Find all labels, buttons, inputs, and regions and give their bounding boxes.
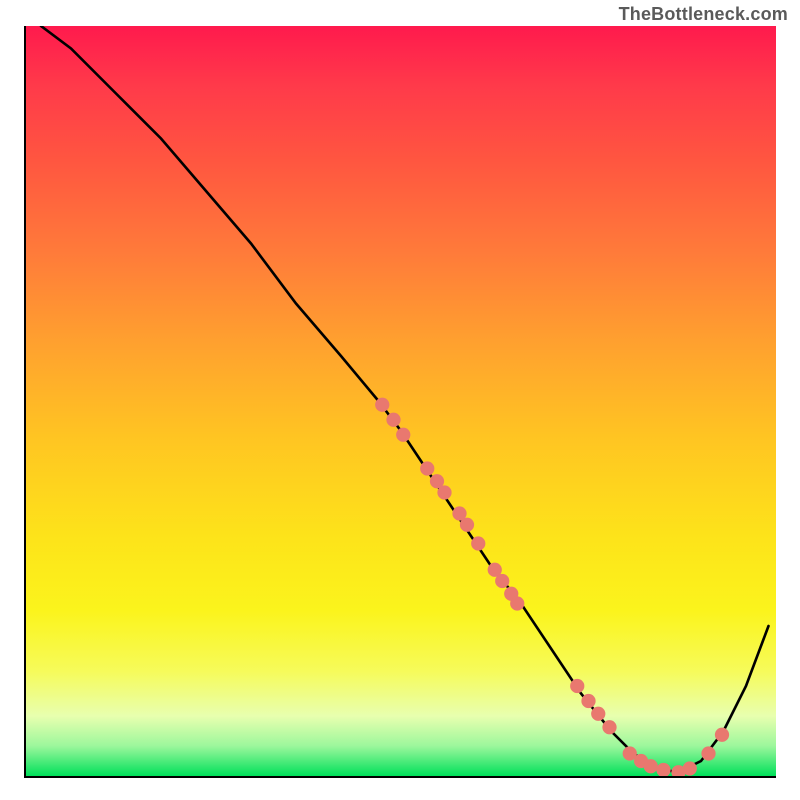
data-point	[644, 759, 658, 773]
data-point	[683, 761, 697, 775]
data-points	[375, 398, 729, 776]
data-point	[420, 461, 434, 475]
data-point	[602, 720, 616, 734]
plot-area	[24, 26, 776, 778]
data-point	[715, 728, 729, 742]
data-point	[460, 518, 474, 532]
data-point	[396, 428, 410, 442]
data-point	[656, 763, 670, 776]
data-point	[701, 746, 715, 760]
bottleneck-curve	[41, 26, 769, 772]
curve-layer	[26, 26, 776, 776]
data-point	[375, 398, 389, 412]
data-point	[570, 679, 584, 693]
data-point	[437, 485, 451, 499]
data-point	[471, 536, 485, 550]
data-point	[581, 694, 595, 708]
data-point	[495, 574, 509, 588]
chart-container: TheBottleneck.com	[0, 0, 800, 800]
data-point	[510, 596, 524, 610]
watermark-text: TheBottleneck.com	[619, 4, 788, 25]
data-point	[591, 707, 605, 721]
data-point	[386, 413, 400, 427]
